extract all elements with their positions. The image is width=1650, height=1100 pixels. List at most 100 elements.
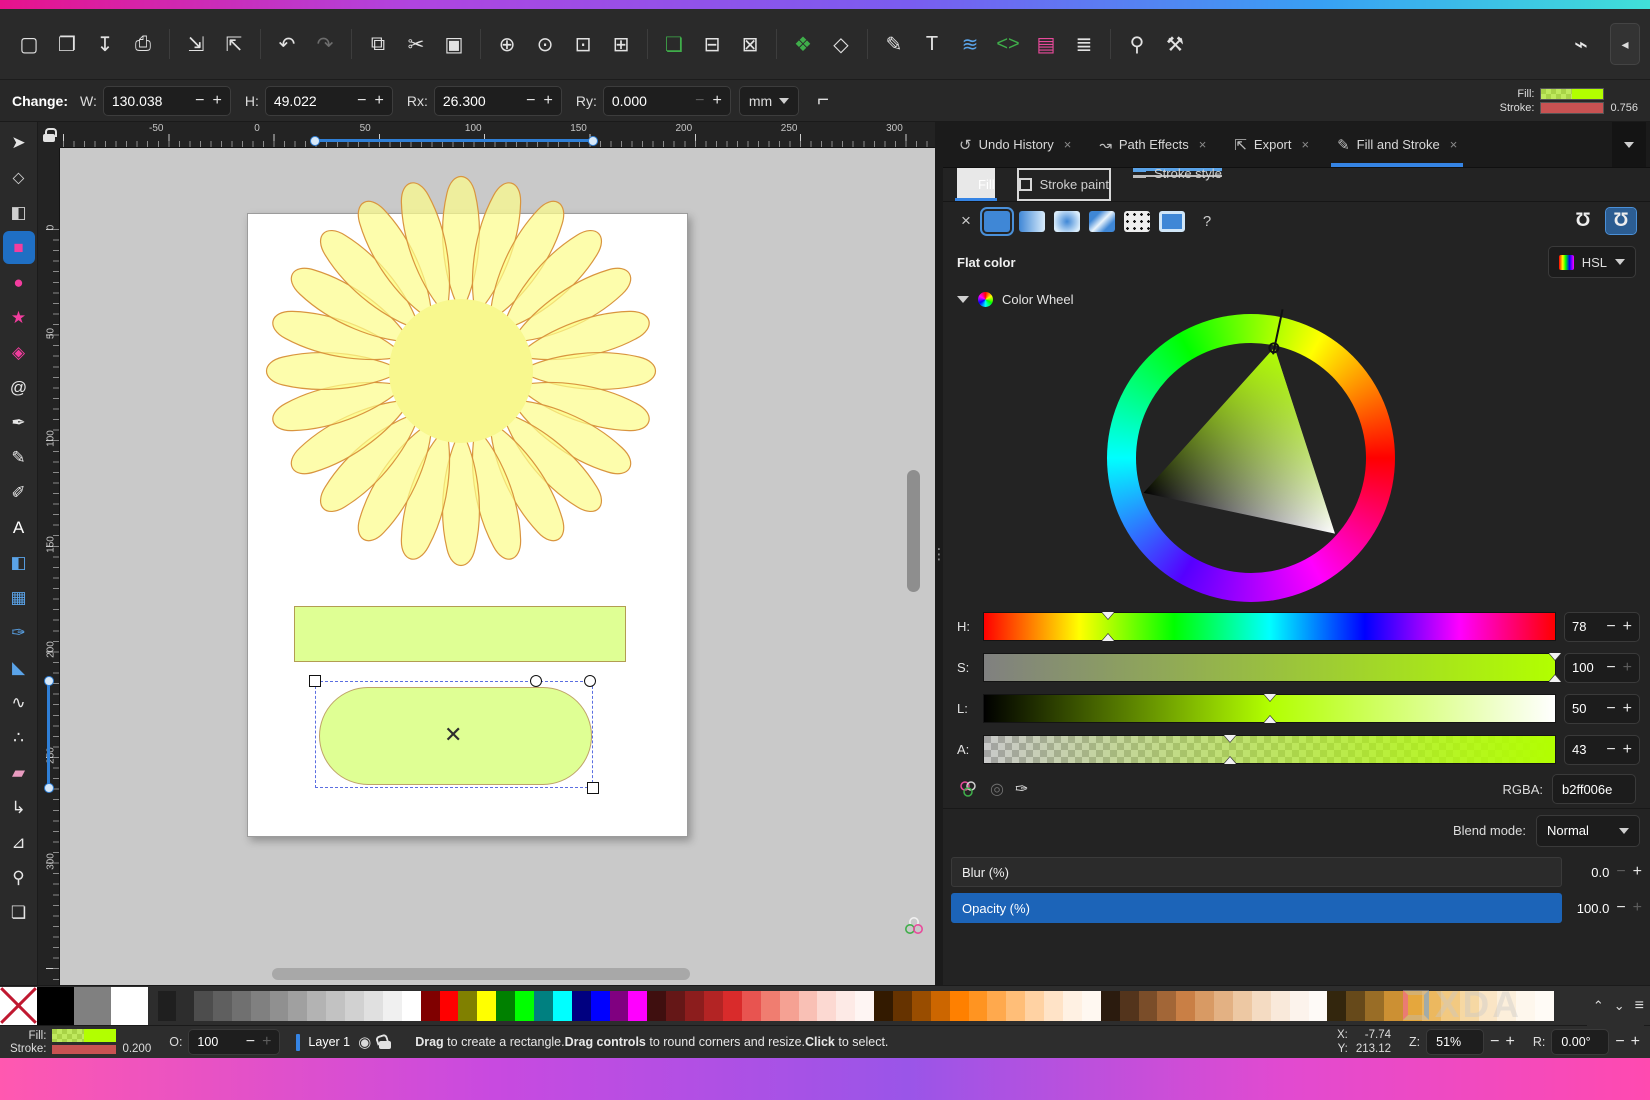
- increment-button[interactable]: +: [213, 92, 222, 110]
- saturation-value-box[interactable]: 100−+: [1564, 653, 1640, 683]
- connector-tool[interactable]: ↳: [3, 791, 35, 824]
- save-document[interactable]: ↧: [86, 25, 124, 63]
- layer-visibility-icon[interactable]: ◉: [358, 1033, 371, 1051]
- color-management-icon[interactable]: [903, 915, 925, 937]
- preferences[interactable]: ⚒: [1156, 25, 1194, 63]
- dropper-tool[interactable]: ✑: [3, 616, 35, 649]
- palette-swatch[interactable]: [817, 991, 836, 1021]
- palette-swatch[interactable]: [1082, 991, 1101, 1021]
- palette-swatch[interactable]: [969, 991, 988, 1021]
- mesh-gradient-tool[interactable]: ▦: [3, 581, 35, 614]
- palette-swatch[interactable]: [780, 991, 799, 1021]
- color-wheel-expander[interactable]: Color Wheel: [943, 284, 1650, 314]
- eyedropper-icon[interactable]: ✑: [1015, 779, 1028, 799]
- close-icon[interactable]: ×: [1302, 137, 1310, 152]
- tab-fill-and-stroke[interactable]: ✎ Fill and Stroke ×: [1325, 122, 1469, 167]
- palette-swatch[interactable]: [1252, 991, 1271, 1021]
- palette-scroll-down-icon[interactable]: ⌄: [1614, 998, 1625, 1014]
- stroke-swatch[interactable]: [52, 1045, 116, 1054]
- palette-swatch[interactable]: [270, 991, 289, 1021]
- palette-swatch[interactable]: [1479, 991, 1498, 1021]
- palette-swatch[interactable]: [1497, 991, 1516, 1021]
- star-tool[interactable]: ★: [3, 301, 35, 334]
- increment-button[interactable]: +: [544, 92, 553, 110]
- corner-radius-handle[interactable]: [530, 675, 542, 687]
- gradient-tool[interactable]: ◧: [3, 546, 35, 579]
- palette-swatch[interactable]: [1516, 991, 1535, 1021]
- paint-pattern-button[interactable]: [1124, 211, 1150, 232]
- fill-stroke-status[interactable]: Fill: Stroke: 0.200: [10, 1029, 151, 1055]
- paint-radial-gradient-button[interactable]: [1054, 211, 1080, 232]
- palette-swatch[interactable]: [647, 991, 666, 1021]
- daisy-flower-drawing[interactable]: [231, 148, 691, 601]
- field-input[interactable]: 130.038 − +: [103, 86, 231, 116]
- palette-swatch[interactable]: [194, 991, 213, 1021]
- ruler-corner[interactable]: [38, 122, 60, 148]
- palette-scroll-up-icon[interactable]: ⌃: [1593, 998, 1604, 1014]
- field-input[interactable]: 49.022 − +: [265, 86, 393, 116]
- vertical-scrollbar[interactable]: [907, 470, 920, 592]
- zoom-page[interactable]: ⊡: [564, 25, 602, 63]
- snap-toggle-icon[interactable]: ⌁: [1562, 25, 1600, 63]
- undo[interactable]: ↶: [268, 25, 306, 63]
- palette-swatch[interactable]: [628, 991, 647, 1021]
- import-document[interactable]: ⇲: [177, 25, 215, 63]
- palette-swatch[interactable]: [1214, 991, 1233, 1021]
- palette-swatch[interactable]: [1195, 991, 1214, 1021]
- palette-swatch[interactable]: [534, 991, 553, 1021]
- decrement-button[interactable]: −: [1606, 618, 1615, 636]
- opacity-input[interactable]: 100 − +: [188, 1029, 280, 1055]
- decrement-button[interactable]: −: [1490, 1033, 1499, 1051]
- palette-swatch[interactable]: [761, 991, 780, 1021]
- palette-swatch[interactable]: [572, 991, 591, 1021]
- horizontal-scrollbar[interactable]: [272, 968, 690, 980]
- palette-swatch[interactable]: [1101, 991, 1120, 1021]
- ellipse-tool[interactable]: ●: [3, 266, 35, 299]
- palette-swatch[interactable]: [685, 991, 704, 1021]
- palette-swatch[interactable]: [836, 991, 855, 1021]
- palette-swatch[interactable]: [1441, 991, 1460, 1021]
- eraser-tool[interactable]: ▰: [3, 756, 35, 789]
- paint-swatch-button[interactable]: [1159, 211, 1185, 232]
- close-icon[interactable]: ×: [1199, 137, 1207, 152]
- palette-swatch[interactable]: [0, 987, 37, 1025]
- green-rectangle-shape[interactable]: [294, 606, 626, 662]
- pencil-tool[interactable]: ✎: [3, 441, 35, 474]
- rgba-input[interactable]: b2ff006e: [1552, 774, 1636, 804]
- palette-swatch[interactable]: [1290, 991, 1309, 1021]
- rectangle-tool[interactable]: ■: [3, 231, 35, 264]
- palette-swatch[interactable]: [987, 991, 1006, 1021]
- canvas-viewport[interactable]: ✕: [60, 148, 935, 985]
- decrement-button[interactable]: −: [1615, 1033, 1624, 1051]
- close-icon[interactable]: ×: [1450, 137, 1458, 152]
- tab-export[interactable]: ⇱ Export ×: [1222, 122, 1321, 167]
- print-document[interactable]: ⎙: [124, 25, 162, 63]
- palette-swatch[interactable]: [591, 991, 610, 1021]
- tab-path-effects[interactable]: ↝ Path Effects ×: [1087, 122, 1218, 167]
- palette-swatch[interactable]: [345, 991, 364, 1021]
- palette-swatch[interactable]: [912, 991, 931, 1021]
- unit-dropdown[interactable]: mm: [739, 86, 799, 116]
- lightness-slider[interactable]: [983, 694, 1556, 723]
- shape-builder-tool[interactable]: ◧: [3, 196, 35, 229]
- field-input[interactable]: 0.000 − +: [603, 86, 731, 116]
- palette-swatch[interactable]: [1176, 991, 1195, 1021]
- paste[interactable]: ▣: [435, 25, 473, 63]
- palette-swatch[interactable]: [232, 991, 251, 1021]
- palette-swatch[interactable]: [666, 991, 685, 1021]
- tab-overflow-button[interactable]: [1612, 122, 1646, 167]
- zoom-tool[interactable]: ⚲: [3, 861, 35, 894]
- decrement-button[interactable]: −: [357, 92, 366, 110]
- layer-name[interactable]: Layer 1: [308, 1035, 350, 1049]
- pages-tool[interactable]: ❏: [3, 896, 35, 929]
- selector-tool[interactable]: ➤: [3, 126, 35, 159]
- blur-slider[interactable]: Blur (%): [951, 857, 1562, 887]
- palette-swatch[interactable]: [610, 991, 629, 1021]
- increment-button[interactable]: +: [713, 92, 722, 110]
- palette-swatch[interactable]: [874, 991, 893, 1021]
- xml-editor[interactable]: <>: [989, 25, 1027, 63]
- palette-swatch[interactable]: [1044, 991, 1063, 1021]
- decrement-button[interactable]: −: [1616, 863, 1625, 881]
- lightness-value-box[interactable]: 50−+: [1564, 694, 1640, 724]
- palette-swatch[interactable]: [855, 991, 874, 1021]
